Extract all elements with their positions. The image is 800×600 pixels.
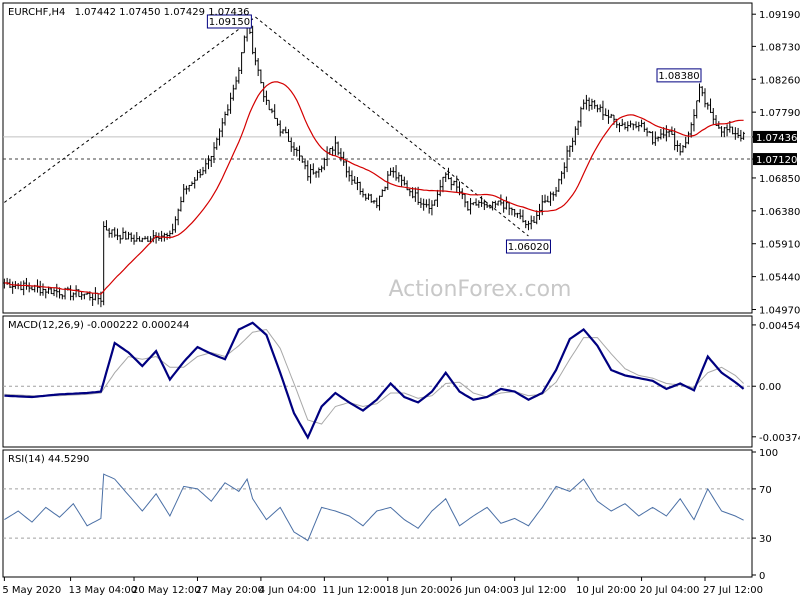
price-tag-label: 1.07436 — [756, 133, 797, 144]
macd-panel: 0.00454 0.00 -0.003745 MACD(12,26,9) -0.00… — [2, 315, 800, 448]
annotation-label: 1.08380 — [658, 71, 699, 82]
price-panel-frame — [2, 2, 753, 314]
y-tick-label: 1.06380 — [759, 207, 800, 218]
x-tick-label: 3 Jul 12:00 — [513, 585, 567, 596]
watermark: ActionForex.com — [389, 277, 572, 302]
y-tick-label: 1.09190 — [759, 10, 800, 21]
y-tick-label: -0.003745 — [759, 433, 800, 444]
x-tick-label: 11 Jun 12:00 — [322, 585, 386, 596]
y-tick-label: 1.08260 — [759, 75, 800, 86]
y-tick-label: 0.00 — [759, 382, 781, 393]
rsi-panel: 100 70 30 0 RSI(14) 44.5290 — [2, 448, 778, 582]
y-tick-label: 1.07790 — [759, 108, 800, 119]
rsi-panel-title: RSI(14) 44.5290 — [8, 454, 89, 465]
x-tick-label: 26 Jun 04:00 — [449, 585, 513, 596]
annotation-2: 1.08380 — [656, 68, 702, 83]
y-tick-label: 0.00454 — [759, 321, 800, 332]
y-tick-label: 0 — [759, 571, 765, 582]
chart-canvas: ActionForex.com 1.09150 1.06020 1.08380 1.… — [0, 0, 800, 600]
annotation-1: 1.06020 — [505, 239, 551, 254]
rsi-panel-frame — [2, 449, 753, 578]
x-tick-label: 10 Jul 20:00 — [576, 585, 636, 596]
price-panel-title: EURCHF,H4 1.07442 1.07450 1.07429 1.0743… — [8, 7, 250, 18]
x-tick-label: 27 May 20:00 — [195, 585, 264, 596]
price-tag-label: 1.07120 — [756, 155, 797, 166]
x-tick-label: 13 May 04:00 — [69, 585, 138, 596]
annotation-label: 1.06020 — [508, 242, 549, 253]
y-tick-label: 1.06850 — [759, 174, 800, 185]
macd-panel-frame — [2, 315, 753, 448]
annotation-label: 1.09150 — [209, 17, 250, 28]
y-tick-label: 1.04970 — [759, 306, 800, 317]
price-panel: ActionForex.com 1.09150 1.06020 1.08380 1.… — [2, 2, 800, 317]
y-tick-label: 1.05910 — [759, 240, 800, 251]
x-tick-label: 5 May 2020 — [2, 585, 61, 596]
y-tick-label: 1.05440 — [759, 273, 800, 284]
y-tick-label: 30 — [759, 534, 772, 545]
x-tick-label: 20 May 12:00 — [132, 585, 201, 596]
y-tick-label: 70 — [759, 485, 772, 496]
y-tick-label: 100 — [759, 448, 778, 459]
x-tick-label: 4 Jun 04:00 — [259, 585, 316, 596]
x-tick-label: 20 Jul 04:00 — [640, 585, 700, 596]
ohlc-values: 1.07442 1.07450 1.07429 1.07436 — [75, 7, 250, 18]
symbol-label: EURCHF,H4 — [8, 7, 65, 18]
macd-panel-title: MACD(12,26,9) -0.000222 0.000244 — [8, 320, 189, 331]
y-tick-label: 1.08730 — [759, 42, 800, 53]
x-tick-label: 27 Jul 12:00 — [703, 585, 763, 596]
x-tick-label: 18 Jun 20:00 — [386, 585, 450, 596]
